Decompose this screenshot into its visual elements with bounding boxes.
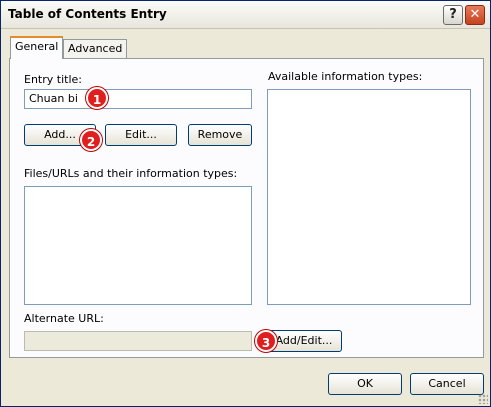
tab-general[interactable]: General xyxy=(10,36,64,59)
alternate-url-input[interactable] xyxy=(24,331,252,351)
close-button[interactable]: ✕ xyxy=(465,5,485,25)
ok-button[interactable]: OK xyxy=(328,373,402,395)
available-info-types-list[interactable] xyxy=(267,89,471,305)
alternate-url-label: Alternate URL: xyxy=(24,312,104,325)
dialog-window: Table of Contents Entry ? ✕ General Adva… xyxy=(0,0,491,407)
remove-button-label: Remove xyxy=(197,128,243,141)
annotation-badge-3: 3 xyxy=(255,330,277,352)
window-title: Table of Contents Entry xyxy=(8,7,167,21)
help-button[interactable]: ? xyxy=(443,5,463,25)
add-edit-button-label: Add/Edit... xyxy=(275,334,333,347)
ok-button-label: OK xyxy=(357,377,373,390)
entry-title-input[interactable]: Chuan bi xyxy=(24,89,252,109)
cancel-button[interactable]: Cancel xyxy=(410,373,484,395)
annotation-badge-2: 2 xyxy=(80,129,102,151)
cancel-button-label: Cancel xyxy=(428,377,466,390)
annotation-badge-1: 1 xyxy=(86,87,108,109)
close-icon: ✕ xyxy=(469,7,481,22)
add-edit-button[interactable]: Add/Edit... xyxy=(266,330,342,352)
available-info-types-label: Available information types: xyxy=(268,70,423,83)
edit-button-label: Edit... xyxy=(125,128,157,141)
title-bar[interactable]: Table of Contents Entry ? ✕ xyxy=(1,1,490,29)
files-urls-list[interactable] xyxy=(24,186,252,305)
files-urls-label: Files/URLs and their information types: xyxy=(24,167,238,180)
resize-grip-icon[interactable] xyxy=(478,394,488,404)
edit-button[interactable]: Edit... xyxy=(105,124,177,146)
entry-title-label: Entry title: xyxy=(24,73,82,86)
tab-general-label: General xyxy=(15,40,59,53)
add-button-label: Add... xyxy=(44,128,76,141)
general-tab-panel: Entry title: Chuan bi Add... Edit... Rem… xyxy=(9,58,484,358)
remove-button[interactable]: Remove xyxy=(188,124,252,146)
help-icon: ? xyxy=(449,7,457,22)
tab-advanced[interactable]: Advanced xyxy=(63,39,128,58)
tab-advanced-label: Advanced xyxy=(68,42,123,55)
